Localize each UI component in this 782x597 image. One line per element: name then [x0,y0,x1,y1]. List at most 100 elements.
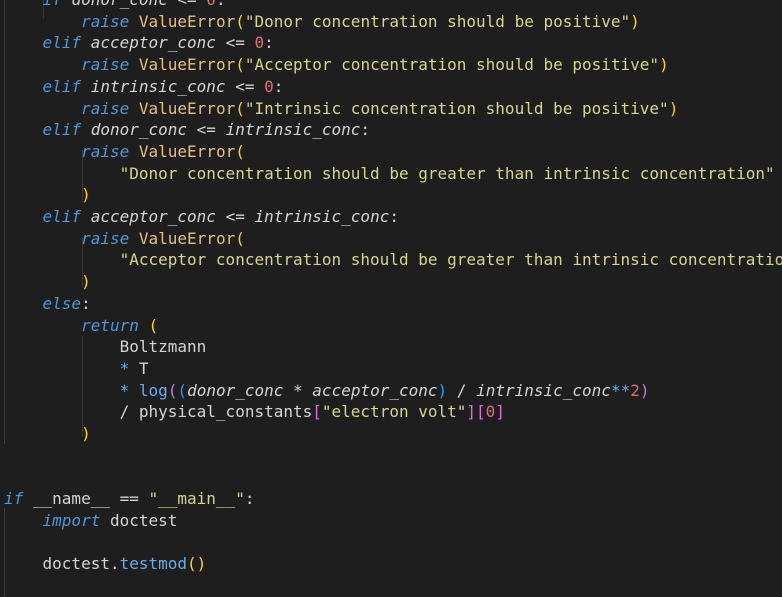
code-token: * [119,358,130,378]
code-token: : [360,120,371,140]
code-token: ] [466,402,477,422]
code-token: intrinsic_conc [254,207,390,226]
code-line[interactable]: / physical_constants["electron volt"][0] [4,401,505,423]
code-token: raise [81,98,130,118]
code-line[interactable]: ) [4,423,91,445]
code-token: testmod [119,554,188,574]
code-token: : [81,293,91,313]
code-line[interactable]: Boltzmann [4,336,207,358]
code-line[interactable]: ) [4,271,91,293]
code-token: else [42,293,82,313]
code-token: ) [196,554,207,574]
code-token: raise [81,55,130,75]
code-token: ( [235,98,245,118]
code-line[interactable]: * T [4,358,149,380]
code-token: <= [168,0,207,9]
code-editor[interactable]: if donor_conc <= 0: raise ValueError("Do… [0,0,782,597]
code-token: "Donor concentration should be greater t… [119,163,775,183]
code-line[interactable]: * log((donor_conc * acceptor_conc) / int… [4,380,650,402]
code-token: raise [81,141,130,161]
code-line[interactable]: elif acceptor_conc <= 0: [4,32,274,54]
code-token: : [273,76,284,96]
code-token: ** [610,380,631,400]
code-line[interactable]: raise ValueError("Donor concentration sh… [4,11,640,33]
code-token: * [119,380,130,400]
code-token: "electron volt" [321,402,467,422]
code-line[interactable]: ) [4,184,91,206]
code-line[interactable]: "Acceptor concentration should be greate… [4,249,782,271]
code-line[interactable]: return ( [4,315,158,337]
code-token: : [264,33,274,53]
code-token: elif [42,76,82,96]
code-line[interactable]: elif intrinsic_conc <= 0: [4,76,284,98]
code-line[interactable]: else: [4,293,91,315]
code-token: ValueError [138,228,236,248]
code-token: doctest [100,510,178,530]
code-line[interactable]: raise ValueError( [4,228,245,250]
code-token: ( [148,315,159,335]
code-token: <= [215,33,255,53]
code-token: donor_conc [71,0,167,9]
code-line[interactable]: raise ValueError("Intrinsic concentratio… [4,98,678,120]
code-token: : [244,489,255,509]
code-token: ) [659,55,669,75]
code-token: intrinsic_conc [90,76,226,96]
code-token: __name__ == [23,489,149,509]
code-token: ( [235,11,245,31]
code-token: : [389,207,399,226]
code-token: ) [668,98,679,118]
code-token: elif [42,120,82,140]
code-line[interactable]: if __name__ == "__main__": [4,488,254,510]
code-token: ValueError [138,55,236,75]
code-line[interactable]: raise ValueError("Acceptor concentration… [4,54,669,76]
code-token: raise [81,228,130,248]
code-token: intrinsic_conc [225,120,361,140]
code-token: doctest. [4,554,120,574]
code-token: if [43,0,62,9]
code-token: ) [81,424,91,443]
code-line[interactable]: if donor_conc <= 0: [4,0,226,11]
code-line[interactable]: import doctest [4,510,178,532]
code-token: 0 [206,0,216,9]
code-token: ValueError [138,98,236,118]
code-token: ( [235,55,245,75]
code-token: elif [42,207,82,226]
code-line[interactable]: "Donor concentration should be greater t… [4,163,775,185]
code-token: "Acceptor concentration should be positi… [244,55,660,75]
code-token: : [216,0,226,9]
code-token: ValueError [138,11,236,31]
code-line[interactable]: raise ValueError( [4,141,245,163]
code-token: 0 [254,33,265,53]
code-line[interactable]: doctest.testmod() [4,553,207,575]
code-line[interactable]: elif acceptor_conc <= intrinsic_conc: [4,206,399,228]
code-token: <= [187,120,226,140]
code-token: return [81,315,139,335]
code-token: [ [476,402,486,422]
code-token: 0 [485,402,496,422]
code-token: ) [81,272,91,292]
code-token: ValueError [138,141,236,161]
code-line[interactable]: elif donor_conc <= intrinsic_conc: [4,119,371,141]
code-token: T [129,358,149,378]
code-token: Boltzmann [4,337,207,357]
code-token: acceptor_conc [90,207,216,226]
